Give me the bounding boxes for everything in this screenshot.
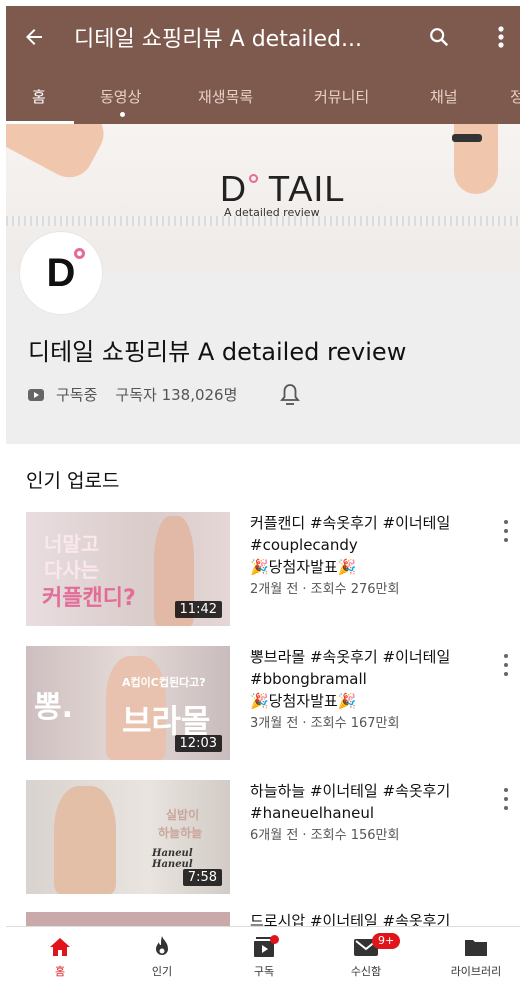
video-item[interactable]: A컵이C컵된다고? 뽕. 브라몰 12:03 뽕브라몰 #속옷후기 #이너테일 … bbox=[26, 646, 520, 762]
notification-bell-button[interactable] bbox=[280, 383, 300, 407]
video-title-line: 드로시압 #이너테일 #속옷후기 bbox=[250, 912, 451, 926]
video-title-line: #bbongbramall bbox=[250, 670, 367, 688]
tab-playlists[interactable]: 재생목록 bbox=[198, 86, 253, 107]
video-title-line: 커플캔디 #속옷후기 #이너테일 bbox=[250, 514, 451, 532]
video-options-button[interactable] bbox=[500, 654, 512, 676]
thumb-caption-3: Haneul Haneul bbox=[152, 848, 193, 870]
video-meta: 3개월 전 · 조회수 167만회 bbox=[250, 716, 400, 731]
video-options-button[interactable] bbox=[500, 520, 512, 542]
bottom-navigation: 홈 인기 구독 9+ 수신함 라이브러리 bbox=[6, 926, 520, 988]
thumb-caption-1: 실밥이 bbox=[166, 808, 200, 822]
inbox-badge: 9+ bbox=[372, 933, 401, 949]
banner-watch bbox=[452, 134, 482, 142]
home-icon bbox=[50, 938, 70, 956]
channel-title: 디테일 쇼핑리뷰 A detailed... bbox=[74, 27, 363, 52]
video-title[interactable]: 뽕브라몰 #속옷후기 #이너테일 #bbongbramall 🎉당첨자발표🎉 bbox=[250, 646, 486, 712]
thumb-caption-1: 너말고 bbox=[44, 532, 100, 556]
video-title[interactable]: 커플캔디 #속옷후기 #이너테일 #couplecandy 🎉당첨자발표🎉 bbox=[250, 512, 486, 578]
nav-subscriptions[interactable]: 구독 bbox=[224, 933, 304, 979]
more-options-button[interactable] bbox=[484, 20, 518, 54]
video-title-line: 🎉당첨자발표🎉 bbox=[250, 692, 357, 710]
back-arrow-icon bbox=[26, 29, 42, 45]
subscription-row: 구독중 구독자 138,026명 bbox=[28, 384, 237, 405]
video-thumbnail[interactable] bbox=[26, 912, 230, 926]
youtube-icon bbox=[28, 388, 44, 401]
tab-about[interactable]: 정 bbox=[510, 86, 520, 107]
video-title[interactable]: 하늘하늘 #이너테일 #속옷후기 #haneuelhaneul bbox=[250, 780, 486, 824]
subscriber-count: 구독자 138,026명 bbox=[115, 386, 238, 404]
search-button[interactable] bbox=[422, 20, 456, 54]
search-icon bbox=[430, 28, 449, 47]
video-meta: 6개월 전 · 조회수 156만회 bbox=[250, 828, 400, 843]
nav-label: 구독 bbox=[253, 965, 275, 978]
banner-logo: D TAIL bbox=[220, 168, 346, 209]
video-title-line: #haneuelhaneul bbox=[250, 804, 375, 822]
flame-icon bbox=[156, 936, 168, 955]
video-item[interactable]: 실밥이 하늘하늘 Haneul Haneul 7:58 하늘하늘 #이너테일 #… bbox=[26, 780, 520, 896]
thumb-caption-2: 다사는 bbox=[44, 558, 100, 582]
video-title-line: 뽕브라몰 #속옷후기 #이너테일 bbox=[250, 648, 451, 666]
nav-label: 수신함 bbox=[350, 965, 382, 978]
video-thumbnail[interactable]: 실밥이 하늘하늘 Haneul Haneul 7:58 bbox=[26, 780, 230, 894]
channel-name: 디테일 쇼핑리뷰 A detailed review bbox=[28, 338, 407, 366]
thumb-caption-3: 커플캔디? bbox=[42, 586, 136, 611]
tab-home[interactable]: 홈 bbox=[32, 86, 46, 107]
tab-community[interactable]: 커뮤니티 bbox=[314, 86, 369, 107]
video-item[interactable]: 드로시압 #이너테일 #속옷후기 bbox=[26, 912, 520, 926]
channel-avatar[interactable]: D bbox=[20, 232, 102, 314]
video-title[interactable]: 드로시압 #이너테일 #속옷후기 bbox=[250, 912, 486, 926]
video-duration: 7:58 bbox=[182, 869, 222, 886]
banner-hand-left bbox=[6, 124, 112, 186]
video-duration: 12:03 bbox=[174, 735, 222, 752]
library-icon bbox=[465, 940, 487, 956]
banner-tagline: A detailed review bbox=[224, 206, 320, 219]
thumb-caption-2: 하늘하늘 bbox=[158, 826, 203, 840]
nav-library[interactable]: 라이브러리 bbox=[436, 933, 516, 979]
avatar-letter: D bbox=[46, 250, 76, 295]
bell-icon bbox=[280, 384, 300, 405]
app-bar: 디테일 쇼핑리뷰 A detailed... bbox=[6, 6, 520, 68]
thumb-caption-3: A컵이C컵된다고? bbox=[122, 676, 206, 689]
nav-label: 홈 bbox=[54, 965, 66, 978]
new-content-dot bbox=[270, 935, 279, 944]
nav-label: 라이브러리 bbox=[450, 965, 502, 978]
video-duration: 11:42 bbox=[174, 601, 222, 618]
nav-label: 인기 bbox=[151, 965, 173, 978]
thumbnail-figure bbox=[54, 786, 116, 894]
tab-videos-new-dot bbox=[120, 112, 125, 117]
video-item[interactable]: 너말고 다사는 커플캔디? 11:42 커플캔디 #속옷후기 #이너테일 #co… bbox=[26, 512, 520, 628]
avatar-pink-dot bbox=[74, 248, 85, 259]
video-title-line: #couplecandy bbox=[250, 536, 358, 554]
thumb-caption-1: 뽕. bbox=[34, 690, 73, 725]
back-button[interactable] bbox=[6, 6, 62, 68]
vertical-dots-icon bbox=[498, 26, 504, 48]
video-title-line: 하늘하늘 #이너테일 #속옷후기 bbox=[250, 782, 451, 800]
nav-inbox[interactable]: 9+ 수신함 bbox=[326, 933, 406, 979]
nav-trending[interactable]: 인기 bbox=[122, 933, 202, 979]
video-meta: 2개월 전 · 조회수 276만회 bbox=[250, 582, 400, 597]
popular-uploads-heading: 인기 업로드 bbox=[26, 470, 120, 492]
video-options-button[interactable] bbox=[500, 788, 512, 810]
video-thumbnail[interactable]: A컵이C컵된다고? 뽕. 브라몰 12:03 bbox=[26, 646, 230, 760]
tab-channels[interactable]: 채널 bbox=[430, 86, 458, 107]
tab-videos[interactable]: 동영상 bbox=[100, 86, 141, 107]
video-thumbnail[interactable]: 너말고 다사는 커플캔디? 11:42 bbox=[26, 512, 230, 626]
subscribed-button[interactable]: 구독중 bbox=[56, 384, 97, 405]
video-title-line: 🎉당첨자발표🎉 bbox=[250, 558, 357, 576]
channel-tabs: 홈 동영상 재생목록 커뮤니티 채널 정 bbox=[6, 68, 520, 124]
nav-home[interactable]: 홈 bbox=[20, 933, 100, 979]
